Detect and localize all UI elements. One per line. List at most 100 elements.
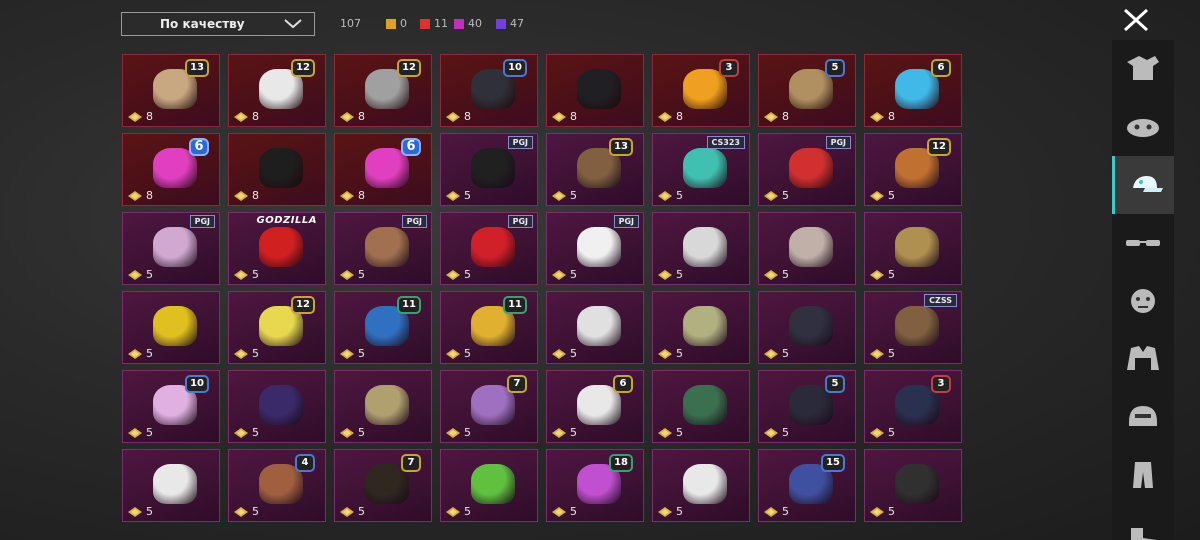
upgrade-level-badge: 10 [185,375,209,393]
coin-icon [340,269,354,280]
item-price-value: 5 [464,268,471,281]
coin-icon [128,348,142,359]
headwear-item-icon [577,69,621,109]
headwear-item-icon [683,464,727,504]
category-cap[interactable] [1112,156,1174,214]
item-price-value: 8 [252,189,259,202]
upgrade-level-badge: 12 [291,296,315,314]
upgrade-level-badge: 13 [185,59,209,77]
item-price-value: 5 [464,426,471,439]
category-mask[interactable] [1112,98,1174,156]
item-card[interactable]: 75 [440,370,538,443]
coin-icon [764,506,778,517]
category-pants[interactable] [1112,446,1174,504]
item-card[interactable]: 5 [758,212,856,285]
item-card[interactable]: PGJ 5 [758,133,856,206]
coin-icon [234,111,248,122]
item-card[interactable]: 5 [652,370,750,443]
item-card[interactable]: 12 8 [334,54,432,127]
item-card[interactable]: 45 [228,449,326,522]
item-card[interactable]: PGJ 5 [440,212,538,285]
item-price: 5 [234,268,259,281]
item-card[interactable]: 55 [758,370,856,443]
rare-count: 47 [496,17,524,30]
item-price: 5 [340,426,365,439]
item-card[interactable]: CZSS 5 [864,291,962,364]
item-card[interactable]: 58 [758,54,856,127]
item-card[interactable]: 68 [334,133,432,206]
headwear-item-icon [577,227,621,267]
category-helmet[interactable] [1112,388,1174,446]
item-card[interactable]: 12 8 [228,54,326,127]
upgrade-level-badge: 15 [821,454,845,472]
item-card[interactable]: 13 5 [546,133,644,206]
headwear-item-icon [683,385,727,425]
item-card[interactable]: 5 [228,370,326,443]
item-price: 8 [128,189,153,202]
item-price-value: 8 [252,110,259,123]
item-card[interactable]: 5 [864,449,962,522]
item-price: 5 [340,347,365,360]
item-card[interactable]: 5 [652,212,750,285]
item-card[interactable]: 68 [122,133,220,206]
item-card[interactable]: 5 [546,291,644,364]
coin-icon [128,269,142,280]
item-card[interactable]: 5 [864,212,962,285]
item-card[interactable]: 8 [228,133,326,206]
sort-dropdown[interactable]: По качеству [121,12,315,36]
item-card[interactable]: PGJ 5 [440,133,538,206]
item-card[interactable]: 5 [652,291,750,364]
item-card[interactable]: 75 [334,449,432,522]
item-price: 5 [340,505,365,518]
item-card[interactable]: 5 [758,291,856,364]
upgrade-level-badge: 18 [609,454,633,472]
item-card[interactable]: 13 8 [122,54,220,127]
item-card[interactable]: 5 [334,370,432,443]
item-card[interactable]: 12 5 [864,133,962,206]
item-price: 5 [446,347,471,360]
item-card[interactable]: 5 [122,449,220,522]
collab-tag: CS323 [706,136,745,149]
item-card[interactable]: 5 [440,449,538,522]
coin-icon [446,269,460,280]
upgrade-level-badge: 7 [507,375,527,393]
category-face[interactable] [1112,272,1174,330]
close-icon[interactable] [1121,8,1151,32]
item-price: 5 [658,426,683,439]
item-price: 5 [870,347,895,360]
item-price: 5 [446,505,471,518]
item-card[interactable]: PGJ 5 [122,212,220,285]
item-card[interactable]: 10 5 [122,370,220,443]
item-card[interactable]: 10 8 [440,54,538,127]
headwear-item-icon [683,227,727,267]
category-shoes[interactable] [1112,504,1174,540]
category-jacket[interactable] [1112,330,1174,388]
item-card[interactable]: 11 5 [440,291,538,364]
collab-tag: PGJ [507,136,533,149]
item-card[interactable]: 5 [122,291,220,364]
item-card[interactable]: 35 [864,370,962,443]
item-card[interactable]: 38 [652,54,750,127]
category-outfit[interactable] [1112,40,1174,98]
item-card[interactable]: 8 [546,54,644,127]
item-price-value: 5 [782,189,789,202]
item-card[interactable]: 15 5 [758,449,856,522]
item-card[interactable]: 12 5 [228,291,326,364]
item-card[interactable]: 68 [864,54,962,127]
quality-dot-icon [420,18,430,29]
collab-tag: PGJ [613,215,639,228]
headwear-item-icon [683,148,727,188]
item-card[interactable]: GODZILLA 5 [228,212,326,285]
category-glasses[interactable] [1112,214,1174,272]
headwear-item-icon [577,306,621,346]
headwear-item-icon [895,227,939,267]
item-card[interactable]: PGJ 5 [334,212,432,285]
item-card[interactable]: 65 [546,370,644,443]
item-card[interactable]: PGJ 5 [546,212,644,285]
item-card[interactable]: 18 5 [546,449,644,522]
item-price-value: 5 [146,347,153,360]
headwear-item-icon [471,148,515,188]
item-card[interactable]: 5 [652,449,750,522]
item-card[interactable]: 11 5 [334,291,432,364]
item-card[interactable]: CS323 5 [652,133,750,206]
